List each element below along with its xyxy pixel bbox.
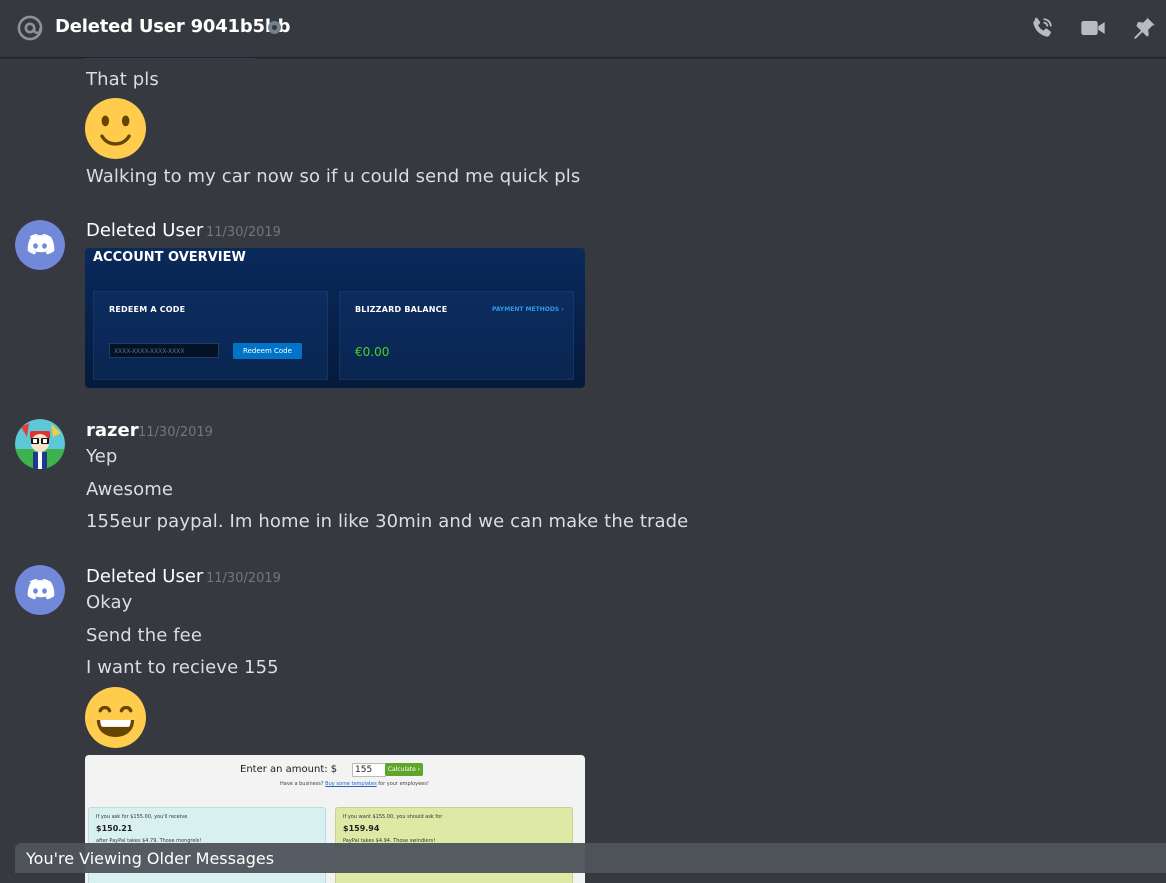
amount-input: 155 [352,763,386,777]
business-note: Have a business? Buy some templates for … [280,781,429,787]
calculate-button: Calculate › [385,763,423,776]
slightly-smiling-face-emoji [85,98,146,159]
blizzard-account-screenshot[interactable]: ACCOUNT OVERVIEW REDEEM A CODE BLIZZARD … [85,248,585,388]
payment-methods-link: PAYMENT METHODS › [492,306,564,313]
grinning-face-emoji [85,687,146,748]
divider [85,58,255,59]
redeem-code-button: Redeem Code [233,343,302,359]
username[interactable]: Deleted User [86,566,203,587]
avatar[interactable] [15,565,65,615]
discord-logo-icon [15,220,65,270]
older-messages-text: You're Viewing Older Messages [26,849,275,868]
note-pre: Have a business? [280,781,324,787]
at-icon [17,15,43,41]
older-messages-bar[interactable]: You're Viewing Older Messages [15,843,1166,873]
start-video-call-icon[interactable] [1079,14,1107,42]
razer-avatar-icon [15,419,65,469]
offline-status-icon [268,21,281,34]
receive-amount: $150.21 [96,824,133,833]
timestamp: 11/30/2019 [138,425,213,440]
avatar[interactable] [15,419,65,469]
message-text: Send the fee [86,625,203,646]
discord-logo-icon [15,565,65,615]
receive-line: If you ask for $155.00, you'll receive [96,814,188,820]
pinned-messages-icon[interactable] [1129,14,1157,42]
message-text: Walking to my car now so if u could send… [86,166,581,187]
balance-label: BLIZZARD BALANCE [355,305,448,314]
timestamp: 11/30/2019 [206,571,281,586]
channel-header: Deleted User 9041b5bb [0,0,1166,58]
username[interactable]: Deleted User [86,220,203,241]
message-text: Awesome [86,479,174,500]
ask-amount: $159.94 [343,824,380,833]
message-text: 155eur paypal. Im home in like 30min and… [86,511,689,532]
amount-label: Enter an amount: $ [240,764,338,775]
embed-title: ACCOUNT OVERVIEW [93,250,246,265]
message-text: I want to recieve 155 [86,657,279,678]
redeem-label: REDEEM A CODE [109,305,186,314]
code-input: XXXX-XXXX-XXXX-XXXX [109,343,219,358]
ask-line: If you want $155.00, you should ask for [343,814,443,820]
balance-value: €0.00 [355,345,390,359]
note-post: for your employees! [378,781,429,787]
message-text: Yep [86,446,118,467]
start-voice-call-icon[interactable] [1028,14,1056,42]
note-link: Buy some templates [325,781,377,787]
channel-title: Deleted User 9041b5bb [55,16,291,37]
message-text: Okay [86,592,133,613]
message-list[interactable]: That pls Walking to my car now so if u c… [0,58,1166,883]
message-text: That pls [86,69,159,90]
timestamp: 11/30/2019 [206,225,281,240]
username[interactable]: razer [86,420,139,441]
avatar[interactable] [15,220,65,270]
